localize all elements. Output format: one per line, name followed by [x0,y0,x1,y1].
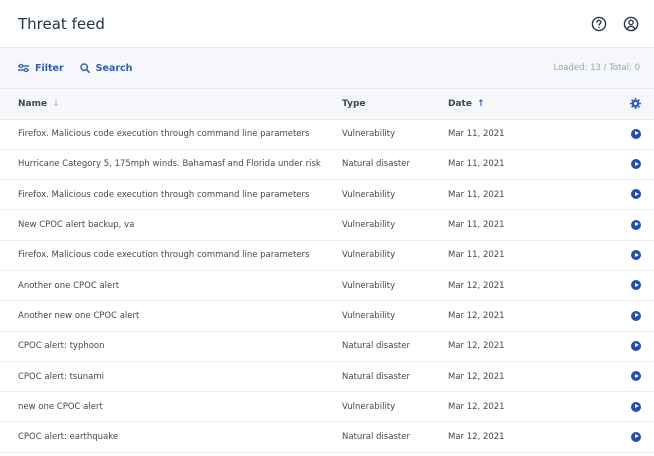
row-action [592,119,654,149]
row-type: Vulnerability [342,280,396,291]
row-action [592,422,654,452]
row-type: Natural disaster [342,432,410,443]
play-icon[interactable] [631,189,641,200]
row-name: Another new one CPOC alert [18,310,140,321]
filter-label: Filter [35,62,64,74]
row-action [592,240,654,270]
row-action [592,361,654,391]
play-icon[interactable] [631,310,641,321]
table-row[interactable]: CPOC alert: typhoon Natural disaster Mar 1… [0,331,654,362]
play-icon[interactable] [631,371,641,382]
column-type-label: Type [342,98,366,109]
header-actions [590,15,640,33]
row-action [592,331,654,361]
filter-button[interactable]: Filter [18,63,64,74]
sort-up-icon: ↑ [476,98,485,109]
play-icon[interactable] [631,401,641,412]
play-icon[interactable] [631,219,641,230]
row-name: Hurricane Category 5, 175mph winds. Baha… [18,159,321,170]
table-row[interactable]: Another one CPOC alert Vulnerability Mar 1… [0,270,654,301]
row-action [592,210,654,240]
play-icon[interactable] [631,159,641,170]
row-date: Mar 11, 2021 [448,220,505,231]
row-name: Firefox. Malicious code execution throug… [18,129,310,140]
table-row[interactable]: Firefox. Malicious code execution throug… [0,179,654,210]
loaded-count: Loaded: 13 / Total: 0 [553,63,641,73]
row-name: new one CPOC alert [18,401,103,412]
play-icon[interactable] [631,431,641,442]
sort-down-icon: ↓ [52,98,60,109]
row-date: Mar 12, 2021 [448,401,505,412]
search-label: Search [95,62,133,74]
play-icon[interactable] [631,250,641,261]
search-button[interactable]: Search [79,62,133,74]
row-name: Firefox. Malicious code execution throug… [18,189,310,200]
row-action [592,392,654,422]
row-name: Firefox. Malicious code execution throug… [18,250,310,261]
row-date: Mar 11, 2021 [448,159,505,170]
page-title: Threat feed [18,14,105,33]
table-row[interactable]: New CPOC alert backup, va Vulnerability Ma… [0,209,654,241]
threat-table: Name ↓ Type Date ↑ Firefox. Malicious co… [0,89,654,453]
row-date: Mar 11, 2021 [448,250,505,261]
column-type-header[interactable]: Type [335,89,442,120]
row-type: Natural disaster [342,341,410,352]
row-type: Vulnerability [342,189,396,200]
gear-icon[interactable] [630,98,641,110]
row-action [592,180,654,210]
row-type: Vulnerability [342,129,396,140]
row-name: CPOC alert: typhoon [18,341,105,352]
row-type: Natural disaster [342,159,410,170]
row-date: Mar 12, 2021 [448,371,505,382]
row-type: Vulnerability [342,250,396,261]
column-name-header[interactable]: Name ↓ [0,89,335,120]
row-type: Vulnerability [342,401,396,412]
play-icon[interactable] [631,128,641,139]
table-header-row: Name ↓ Type Date ↑ [0,89,654,120]
account-icon[interactable] [622,15,640,33]
table-row[interactable]: CPOC alert: tsunami Natural disaster Mar 1… [0,361,654,392]
row-name: CPOC alert: earthquake [18,432,119,443]
help-icon[interactable] [590,15,608,33]
row-name: New CPOC alert backup, va [18,220,135,231]
row-type: Vulnerability [342,220,396,231]
row-action [592,149,654,179]
search-icon [79,63,90,73]
page-header: Threat feed [0,0,654,47]
table-row[interactable]: Hurricane Category 5, 175mph winds. Baha… [0,149,654,180]
row-date: Mar 12, 2021 [448,280,505,291]
row-type: Natural disaster [342,371,410,382]
column-settings-header[interactable] [592,89,654,120]
play-icon[interactable] [631,280,641,291]
row-action [592,270,654,300]
filter-icon [18,63,29,73]
table-row[interactable]: new one CPOC alert Vulnerability Mar 12, 2… [0,391,654,422]
table-row[interactable]: Firefox. Malicious code execution throug… [0,240,654,271]
row-date: Mar 12, 2021 [448,432,505,443]
row-date: Mar 11, 2021 [448,129,505,140]
column-name-label: Name [18,98,48,109]
row-name: Another one CPOC alert [18,280,120,291]
toolbar: Filter Search Loaded: 13 / Total: 0 [0,47,654,89]
row-action [592,301,654,331]
row-name: CPOC alert: tsunami [18,371,104,382]
column-date-header[interactable]: Date ↑ [442,89,592,120]
row-date: Mar 11, 2021 [448,189,505,200]
row-date: Mar 12, 2021 [448,341,505,352]
row-date: Mar 12, 2021 [448,310,505,321]
play-icon[interactable] [631,340,641,351]
table-row[interactable]: CPOC alert: earthquake Natural disaster Ma… [0,421,654,453]
table-row[interactable]: Firefox. Malicious code execution throug… [0,119,654,150]
table-row[interactable]: Another new one CPOC alert Vulnerability M… [0,300,654,332]
row-type: Vulnerability [342,310,396,321]
column-date-label: Date [448,98,472,109]
